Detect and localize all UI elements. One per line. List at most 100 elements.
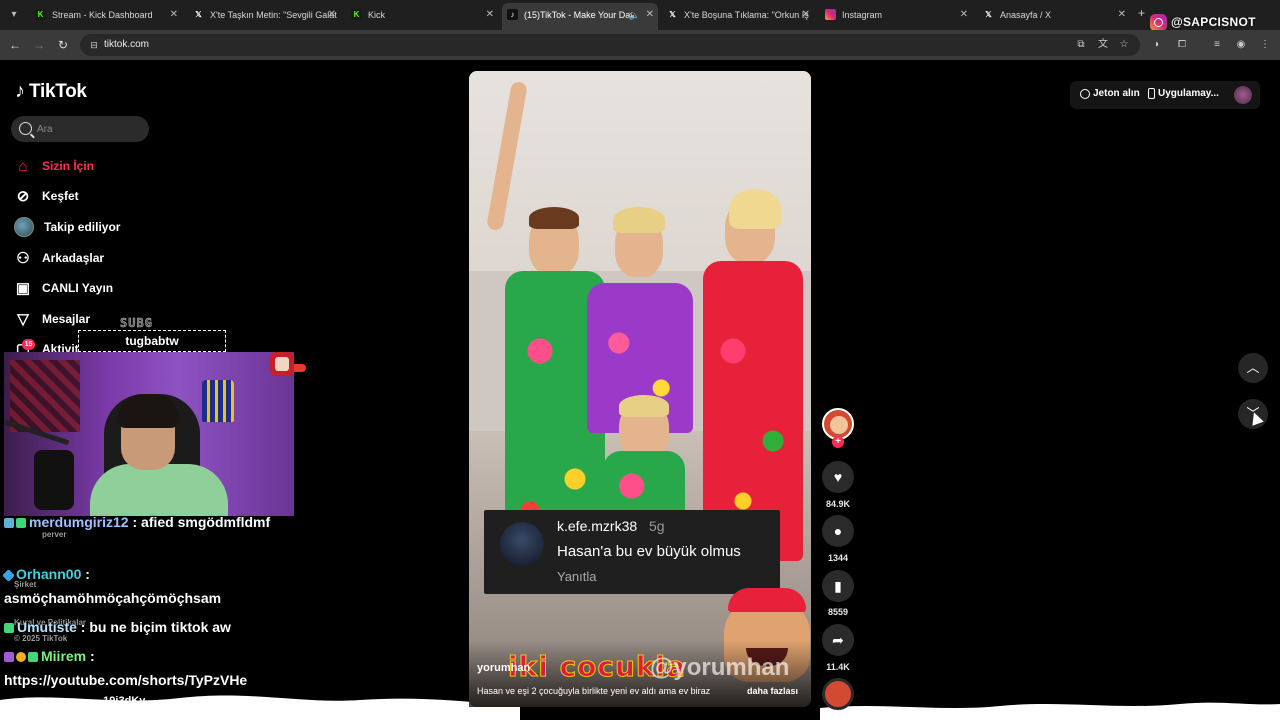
tab-kick-dashboard[interactable]: K Stream - Kick Dashboard ✕ — [30, 4, 182, 26]
tab-x-taskin[interactable]: 𝕏 X'te Taşkın Metin: "Sevgili Galat ✕ — [188, 4, 340, 26]
chat-message: Umutiste : bu ne biçim tiktok aw — [4, 619, 231, 635]
tab-title: X'te Boşuna Tıklama: "Orkun Iş — [684, 10, 809, 20]
like-count: 84.9K — [825, 499, 851, 509]
emote-sticker — [266, 350, 306, 380]
sub-alert-name: tugbabtw — [78, 330, 226, 352]
gold-badge-icon — [16, 652, 26, 663]
heart-icon: ♥ — [833, 469, 843, 485]
close-icon[interactable]: ✕ — [170, 4, 178, 26]
sidebar-item-live[interactable]: ▣ CANLI Yayın — [14, 277, 113, 299]
tab-search-icon[interactable]: ▾ — [6, 7, 22, 23]
tab-title: Kick — [368, 10, 386, 20]
close-icon[interactable]: ✕ — [960, 4, 968, 26]
share-icon: ➦ — [832, 631, 844, 648]
media-icon[interactable]: ≡ — [1210, 38, 1224, 52]
follow-plus-icon[interactable]: + — [832, 436, 844, 448]
save-button[interactable]: ▮ — [822, 570, 854, 602]
share-count: 11.4K — [826, 662, 850, 672]
instagram-handle-overlay: @SAPCISNOT — [1150, 12, 1256, 32]
sticker-face — [275, 357, 289, 371]
video-author[interactable]: yorumhan — [477, 662, 530, 674]
streamer-body — [90, 464, 228, 516]
sidebar-item-label: Sizin İçin — [42, 159, 95, 173]
commenter-avatar[interactable] — [500, 522, 544, 566]
forward-icon[interactable]: → — [31, 37, 47, 53]
cast-icon[interactable]: ⧉ — [1074, 38, 1088, 52]
save-count: 8559 — [827, 607, 849, 617]
compass-icon: ⊘ — [16, 188, 30, 205]
tab-kick[interactable]: K Kick ✕ — [346, 4, 498, 26]
close-icon[interactable]: ✕ — [328, 4, 336, 26]
sidebar-item-for-you[interactable]: ⌂ Sizin İçin — [14, 155, 94, 177]
chat-text: asmöçhamöhmöçahçömöçhsam — [4, 590, 222, 606]
close-icon[interactable]: ✕ — [1118, 4, 1126, 26]
music-disc-icon[interactable] — [822, 678, 854, 710]
site-info-icon[interactable]: ⊟ — [88, 39, 100, 51]
reload-icon[interactable]: ↻ — [55, 37, 71, 53]
close-icon[interactable]: ✕ — [486, 4, 494, 26]
url-field[interactable]: ⊟ tiktok.com — [80, 34, 1140, 56]
sidebar-item-label: Takip ediliyor — [44, 220, 121, 234]
tab-instagram[interactable]: Instagram ✕ — [820, 4, 972, 26]
chat-message: merdumgiriz12 : afied smgödmfldmf — [4, 514, 270, 530]
og-badge-icon — [16, 518, 26, 529]
new-tab-icon[interactable]: + — [1138, 6, 1145, 20]
puzzle-icon[interactable]: ⧠ — [1175, 38, 1189, 52]
instagram-logo-icon — [1150, 13, 1167, 31]
get-app-button[interactable]: Uygulamay... — [1148, 88, 1219, 99]
commenter-username[interactable]: k.efe.mzrk38 — [557, 518, 637, 534]
comment-popup[interactable]: k.efe.mzrk38 5g Hasan'a bu ev büyük olmu… — [484, 510, 780, 594]
tab-x-home[interactable]: 𝕏 Anasayfa / X ✕ — [978, 4, 1130, 26]
close-icon[interactable]: ✕ — [802, 4, 810, 26]
sticker-hat — [728, 588, 806, 612]
og-badge-icon — [4, 623, 14, 634]
speaker-icon[interactable]: 🔈 — [629, 3, 640, 27]
translate-icon[interactable]: 文 — [1096, 38, 1110, 52]
sidebar-item-following[interactable]: Takip ediliyor — [14, 216, 120, 238]
see-more-link[interactable]: daha fazlası — [747, 686, 798, 696]
sidebar-item-friends[interactable]: ⚇ Arkadaşlar — [14, 247, 104, 269]
avatar-icon — [14, 217, 34, 237]
footer-fragment: © 2025 TikTok — [14, 634, 68, 643]
previous-video-button[interactable]: ︿ — [1238, 353, 1268, 383]
sidebar-item-label: Arkadaşlar — [42, 251, 105, 265]
comment-count: 1344 — [827, 553, 849, 563]
profile-icon[interactable]: ◉ — [1234, 38, 1248, 52]
sidebar-item-label: Keşfet — [42, 189, 79, 203]
chat-badges — [4, 652, 38, 663]
coin-icon — [1080, 88, 1090, 99]
wall-jersey — [202, 380, 234, 422]
profile-avatar[interactable] — [1234, 86, 1252, 104]
friends-icon: ⚇ — [16, 250, 30, 267]
sub-badge-icon — [4, 518, 14, 529]
bookmark-star-icon[interactable]: ☆ — [1117, 38, 1131, 52]
tab-title: Stream - Kick Dashboard — [52, 10, 153, 20]
chat-username: Umutiste — [17, 619, 77, 635]
sub-alert-label: SUBG — [120, 316, 153, 331]
send-icon: ▽ — [17, 311, 29, 328]
character-hair — [529, 207, 579, 229]
extension-icon[interactable]: ◗ — [1150, 38, 1164, 52]
menu-icon[interactable]: ⋮ — [1258, 38, 1272, 52]
comment-button[interactable]: ● — [822, 515, 854, 547]
back-icon[interactable]: ← — [7, 37, 23, 53]
tab-title: Anasayfa / X — [1000, 10, 1052, 20]
share-button[interactable]: ➦ — [822, 624, 854, 656]
stream-handle: @SAPCISNOT — [1171, 15, 1256, 29]
live-icon: ▣ — [15, 280, 31, 297]
footer-fragment: perver — [42, 530, 67, 539]
instagram-icon — [825, 9, 836, 20]
url-text: tiktok.com — [104, 39, 150, 50]
comment-time: 5g — [649, 518, 665, 534]
sidebar-item-explore[interactable]: ⊘ Keşfet — [14, 185, 79, 207]
like-button[interactable]: ♥ — [822, 461, 854, 493]
tab-tiktok[interactable]: ♪ (15)TikTok - Make Your Day 🔈 ✕ — [502, 3, 658, 30]
tab-x-bosuna[interactable]: 𝕏 X'te Boşuna Tıklama: "Orkun Iş ✕ — [662, 4, 814, 26]
tiktok-logo[interactable]: ♪ TikTok — [15, 80, 87, 103]
get-coins-button[interactable]: Jeton alın — [1080, 88, 1140, 99]
reply-link[interactable]: Yanıtla — [557, 569, 597, 584]
search-input[interactable] — [37, 120, 142, 138]
character-hair — [619, 395, 669, 417]
close-icon[interactable]: ✕ — [646, 3, 654, 27]
search-box[interactable] — [11, 116, 149, 142]
